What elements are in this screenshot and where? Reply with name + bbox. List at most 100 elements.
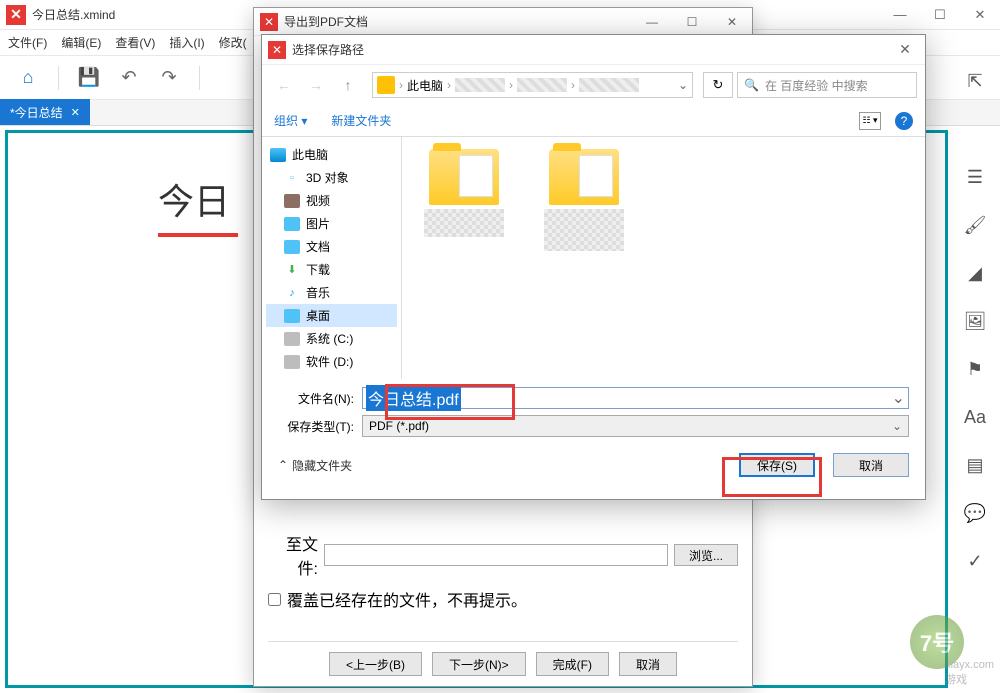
flag-icon[interactable]: ⚑: [960, 354, 990, 384]
tab-label: *今日总结: [10, 104, 63, 121]
save-button[interactable]: 💾: [73, 62, 105, 94]
search-icon: 🔍: [744, 78, 759, 92]
tree-desktop[interactable]: 桌面: [266, 304, 397, 327]
tree-drive-c[interactable]: 系统 (C:): [266, 327, 397, 350]
tree-this-pc[interactable]: 此电脑: [266, 143, 397, 166]
tree-pictures[interactable]: 图片: [266, 212, 397, 235]
tree-3d-objects[interactable]: ▫3D 对象: [266, 166, 397, 189]
folder-tree: 此电脑 ▫3D 对象 视频 图片 文档 ⬇下载 ♪音乐 桌面 系统 (C:) 软…: [262, 137, 402, 379]
search-input[interactable]: 🔍 在 百度经验 中搜索: [737, 72, 917, 98]
minimize-button[interactable]: —: [880, 0, 920, 30]
export-icon[interactable]: ⇱: [960, 66, 990, 96]
image-icon[interactable]: 🖼: [960, 306, 990, 336]
cancel-button[interactable]: 取消: [833, 453, 909, 477]
nav-forward-icon[interactable]: →: [302, 71, 330, 99]
tree-documents[interactable]: 文档: [266, 235, 397, 258]
pdf-dialog-title: 导出到PDF文档: [284, 13, 368, 30]
watermark: 7号 xiayx.com 游戏: [824, 607, 994, 687]
overwrite-label: 覆盖已经存在的文件，不再提示。: [287, 587, 527, 611]
menu-file[interactable]: 文件(F): [8, 34, 47, 51]
topic-underline: [158, 233, 238, 237]
outline-icon[interactable]: ☰: [960, 162, 990, 192]
menu-modify[interactable]: 修改(: [219, 34, 247, 51]
tree-drive-d[interactable]: 软件 (D:): [266, 350, 397, 373]
tab-active[interactable]: *今日总结 ✕: [0, 99, 90, 125]
breadcrumb-segment[interactable]: [517, 78, 567, 92]
home-button[interactable]: ⌂: [12, 62, 44, 94]
pdf-minimize-button[interactable]: —: [632, 8, 672, 36]
filename-label: 文件名(N):: [278, 390, 354, 407]
pdf-maximize-button[interactable]: ☐: [672, 8, 712, 36]
save-nav: ← → ↑ › 此电脑 › › › ⌄ ↻ 🔍 在 百度经验 中搜索: [262, 65, 925, 105]
save-titlebar: ✕ 选择保存路径 ✕: [262, 35, 925, 65]
chevron-right-icon: ›: [447, 78, 451, 92]
file-panel[interactable]: [402, 137, 925, 379]
folder-item[interactable]: [414, 149, 514, 237]
cancel-button[interactable]: 取消: [619, 652, 677, 676]
label-icon[interactable]: Aa: [960, 402, 990, 432]
filename-value: 今日总结.pdf: [366, 385, 461, 411]
save-body: 此电脑 ▫3D 对象 视频 图片 文档 ⬇下载 ♪音乐 桌面 系统 (C:) 软…: [262, 137, 925, 379]
main-title: 今日总结.xmind: [32, 6, 115, 23]
marker-icon[interactable]: ◢: [960, 258, 990, 288]
divider: [199, 66, 200, 90]
tree-music[interactable]: ♪音乐: [266, 281, 397, 304]
chevron-right-icon: ›: [399, 78, 403, 92]
tab-close-icon[interactable]: ✕: [71, 106, 80, 119]
tree-videos[interactable]: 视频: [266, 189, 397, 212]
overwrite-checkbox[interactable]: [268, 593, 281, 606]
xmind-app-icon: ✕: [268, 41, 286, 59]
pdf-close-button[interactable]: ✕: [712, 8, 752, 36]
filetype-select[interactable]: PDF (*.pdf) ⌄: [362, 415, 909, 437]
maximize-button[interactable]: ☐: [920, 0, 960, 30]
hide-folders-toggle[interactable]: ⌃ 隐藏文件夹: [278, 457, 352, 474]
pdf-titlebar: ✕ 导出到PDF文档 — ☐ ✕: [254, 8, 752, 36]
save-toolbar: 组织 ▾ 新建文件夹 ☷ ▾ ?: [262, 105, 925, 137]
chevron-down-icon[interactable]: ⌄: [892, 388, 905, 408]
filetype-value: PDF (*.pdf): [369, 419, 429, 433]
nav-up-icon[interactable]: ↑: [334, 71, 362, 99]
filetype-label: 保存类型(T):: [278, 418, 354, 435]
redo-button[interactable]: ↷: [153, 62, 185, 94]
chevron-right-icon: ›: [571, 78, 575, 92]
chevron-down-icon[interactable]: ⌄: [892, 419, 902, 433]
menu-insert[interactable]: 插入(I): [169, 34, 204, 51]
breadcrumb[interactable]: › 此电脑 › › › ⌄: [372, 72, 693, 98]
finish-button[interactable]: 完成(F): [536, 652, 609, 676]
breadcrumb-segment[interactable]: [579, 78, 639, 92]
chevron-right-icon: ›: [509, 78, 513, 92]
folder-icon: [377, 76, 395, 94]
menu-edit[interactable]: 编辑(E): [61, 34, 101, 51]
note-icon[interactable]: ▤: [960, 450, 990, 480]
view-options-button[interactable]: ☷ ▾: [859, 112, 881, 130]
refresh-button[interactable]: ↻: [703, 72, 733, 98]
organize-menu[interactable]: 组织 ▾: [274, 112, 307, 129]
format-icon[interactable]: 🖌: [960, 210, 990, 240]
browse-button[interactable]: 浏览...: [674, 544, 738, 566]
next-button[interactable]: 下一步(N)>: [432, 652, 526, 676]
folder-label: [424, 209, 504, 237]
breadcrumb-pc[interactable]: 此电脑: [407, 77, 443, 94]
help-button[interactable]: ?: [895, 112, 913, 130]
tree-downloads[interactable]: ⬇下载: [266, 258, 397, 281]
save-button[interactable]: 保存(S): [739, 453, 815, 477]
comment-icon[interactable]: 💬: [960, 498, 990, 528]
nav-back-icon[interactable]: ←: [270, 71, 298, 99]
prev-button[interactable]: <上一步(B): [329, 652, 422, 676]
save-footer: 文件名(N): 今日总结.pdf ⌄ 保存类型(T): PDF (*.pdf) …: [262, 379, 925, 491]
menu-view[interactable]: 查看(V): [115, 34, 155, 51]
save-dialog-title: 选择保存路径: [292, 41, 364, 58]
filename-input[interactable]: 今日总结.pdf ⌄: [362, 387, 909, 409]
undo-button[interactable]: ↶: [113, 62, 145, 94]
to-file-input[interactable]: [324, 544, 668, 566]
to-file-label: 至文件:: [268, 531, 318, 579]
breadcrumb-segment[interactable]: [455, 78, 505, 92]
new-folder-button[interactable]: 新建文件夹: [331, 112, 391, 129]
chevron-down-icon[interactable]: ⌄: [678, 78, 688, 92]
divider: [58, 66, 59, 90]
save-dialog: ✕ 选择保存路径 ✕ ← → ↑ › 此电脑 › › › ⌄ ↻ 🔍 在 百度经…: [261, 34, 926, 500]
save-close-button[interactable]: ✕: [885, 35, 925, 65]
close-button[interactable]: ✕: [960, 0, 1000, 30]
folder-item[interactable]: [534, 149, 634, 251]
task-icon[interactable]: ✓: [960, 546, 990, 576]
